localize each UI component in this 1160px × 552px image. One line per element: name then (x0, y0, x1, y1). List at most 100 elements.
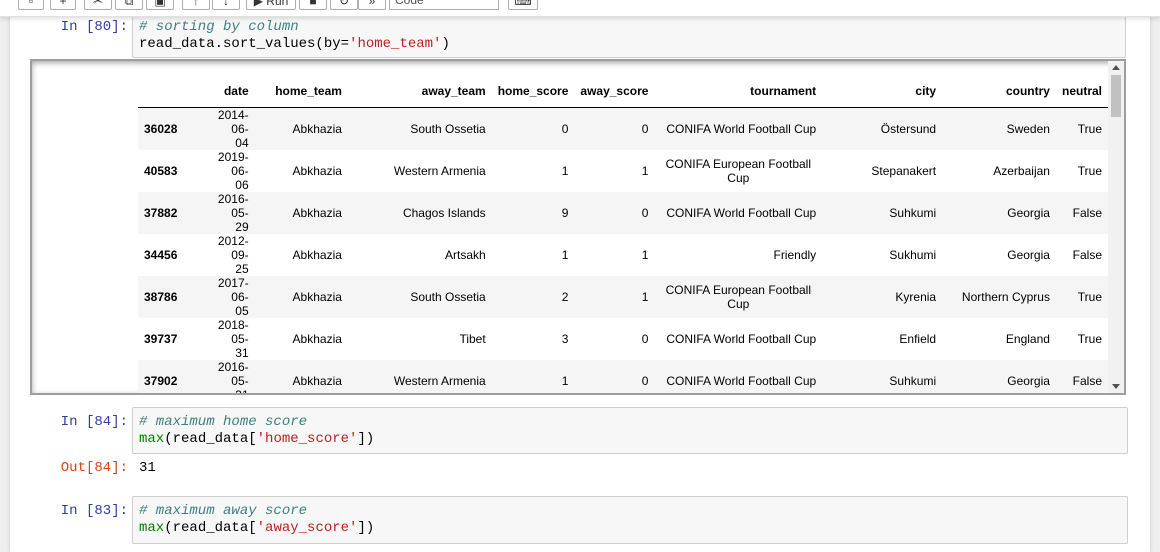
cell-city: Stepanakert (822, 150, 942, 192)
code-cell-editor[interactable]: # maximum home score max(read_data['home… (132, 407, 1128, 454)
row-index: 37902 (138, 360, 195, 393)
scrollbar-thumb[interactable] (1111, 75, 1121, 117)
cell-city: Suhkumi (822, 360, 942, 393)
tournament-line: CONIFA World Football Cup (666, 374, 817, 388)
cell-date: 2018-05- 31 (195, 318, 254, 360)
cell-neutral: True (1056, 108, 1108, 151)
cell-country: Georgia (942, 360, 1056, 393)
cell-text: True (1077, 164, 1102, 178)
cell-city: Östersund (822, 108, 942, 151)
column-header: tournament (654, 71, 823, 108)
column-header: away_score (574, 71, 655, 108)
dataframe-output[interactable]: date home_team away_team home_score away… (30, 59, 1126, 395)
cell-type-select[interactable]: Code (389, 0, 499, 10)
cell-away-score: 1 (574, 150, 654, 192)
cell-text: Sweden (1006, 122, 1050, 136)
cell-type-value: Code (395, 0, 424, 7)
cell-text: Abkhazia (292, 206, 342, 220)
dataframe-scroll-area[interactable]: date home_team away_team home_score away… (32, 61, 1108, 393)
cell-home-team: Abkhazia (255, 234, 348, 276)
scroll-down-icon[interactable] (1112, 384, 1120, 389)
cell-text: South Ossetia (410, 290, 486, 304)
dataframe-table: date home_team away_team home_score away… (138, 71, 1108, 393)
row-index-text: 37902 (144, 374, 178, 388)
code-line: read_data.sort_values(by='home_team') (139, 36, 1119, 53)
table-row: 40583 2019-06- 06 Abkhazia Western Armenia 1 1… (138, 150, 1108, 192)
cell-text: Suhkumi (889, 374, 937, 388)
code-cell-editor[interactable]: # sorting by column read_data.sort_value… (132, 16, 1126, 58)
restart-icon[interactable]: ↻ (330, 0, 358, 10)
input-prompt: In [80]: (60, 19, 128, 35)
copy-icon[interactable]: ⧉ (115, 0, 143, 10)
cell-text: 1 (561, 248, 569, 262)
cell-tournament: CONIFA World Football Cup (654, 360, 822, 393)
cell-away-score: 1 (574, 234, 654, 276)
cut-icon[interactable]: ✂ (84, 0, 112, 10)
cell-home-score: 0 (492, 108, 575, 151)
move-down-icon[interactable]: ↓ (212, 0, 240, 10)
run-button[interactable]: ▶ Run (246, 0, 296, 10)
cell-country: Azerbaijan (942, 150, 1056, 192)
cell-home-score: 1 (492, 360, 575, 393)
command-palette-icon[interactable]: ⌨ (508, 0, 538, 10)
tournament-line: Cup (727, 171, 750, 185)
paste-icon[interactable]: ▣ (146, 0, 174, 10)
cell-text: South Ossetia (410, 122, 486, 136)
cell-date: 2016-05- 29 (195, 192, 254, 234)
column-header: city (822, 71, 943, 108)
cell-home-score: 1 (492, 234, 575, 276)
cell-neutral: False (1056, 360, 1108, 393)
cell-tournament: Friendly (654, 234, 822, 276)
cell-away-team: Western Armenia (348, 150, 492, 192)
cell-text: Georgia (1007, 206, 1050, 220)
insert-cell-icon[interactable]: + (50, 0, 76, 10)
cell-text: Sukhumi (889, 248, 937, 262)
cell-date: 2012-09- 25 (195, 234, 254, 276)
save-icon[interactable]: ▫ (18, 0, 44, 10)
cell-away-score: 0 (574, 108, 654, 151)
cell-home-team: Abkhazia (255, 360, 348, 393)
code-cell-editor[interactable]: # maximum away score max(read_data['away… (132, 496, 1128, 544)
date-part: 06 (235, 178, 249, 192)
code-text: (read_data[ (164, 431, 257, 447)
cell-text: 0 (641, 206, 649, 220)
move-up-icon[interactable]: ↑ (182, 0, 210, 10)
cell-text: Artsakh (445, 248, 486, 262)
cell-neutral: True (1056, 276, 1108, 318)
cell-date: 2016-05-31 (195, 360, 254, 393)
run-label: Run (266, 0, 289, 8)
fast-forward-icon[interactable]: » (358, 0, 386, 10)
cell-text: Chagos Islands (402, 206, 486, 220)
stop-icon[interactable]: ■ (299, 0, 327, 10)
date-part: 31 (235, 346, 249, 360)
date-part: 2016-05- (217, 360, 249, 388)
cell-city: Sukhumi (822, 234, 942, 276)
code-comment: # maximum away score (139, 503, 308, 519)
cell-neutral: False (1056, 192, 1108, 234)
cell-home-score: 2 (492, 276, 575, 318)
cell-tournament: CONIFA European Football Cup (654, 150, 822, 192)
cell-away-score: 0 (574, 192, 654, 234)
cell-text: Abkhazia (292, 374, 342, 388)
vertical-scrollbar[interactable] (1108, 61, 1124, 393)
tournament-line: CONIFA European Football (665, 283, 812, 297)
code-line: max(read_data['home_score']) (139, 431, 1121, 448)
date-part: 2019-06- (217, 150, 249, 178)
cell-text: England (1005, 332, 1050, 346)
column-header: date (195, 71, 255, 108)
cell-away-score: 0 (574, 318, 654, 360)
scroll-up-icon[interactable] (1112, 65, 1120, 70)
date-part: 25 (235, 262, 249, 276)
cell-text: Azerbaijan (993, 164, 1050, 178)
date-part: 31 (235, 388, 248, 393)
cell-tournament: CONIFA World Football Cup (654, 192, 822, 234)
cell-away-team: Tibet (348, 318, 492, 360)
row-index-text: 40583 (144, 164, 178, 178)
cell-city: Enfield (822, 318, 942, 360)
row-index-text: 38786 (144, 290, 178, 304)
cell-away-team: Artsakh (348, 234, 492, 276)
tournament-line: Cup (727, 297, 750, 311)
cell-home-team: Abkhazia (255, 108, 348, 151)
code-text: ]) (357, 520, 375, 536)
cell-text: Enfield (899, 332, 937, 346)
